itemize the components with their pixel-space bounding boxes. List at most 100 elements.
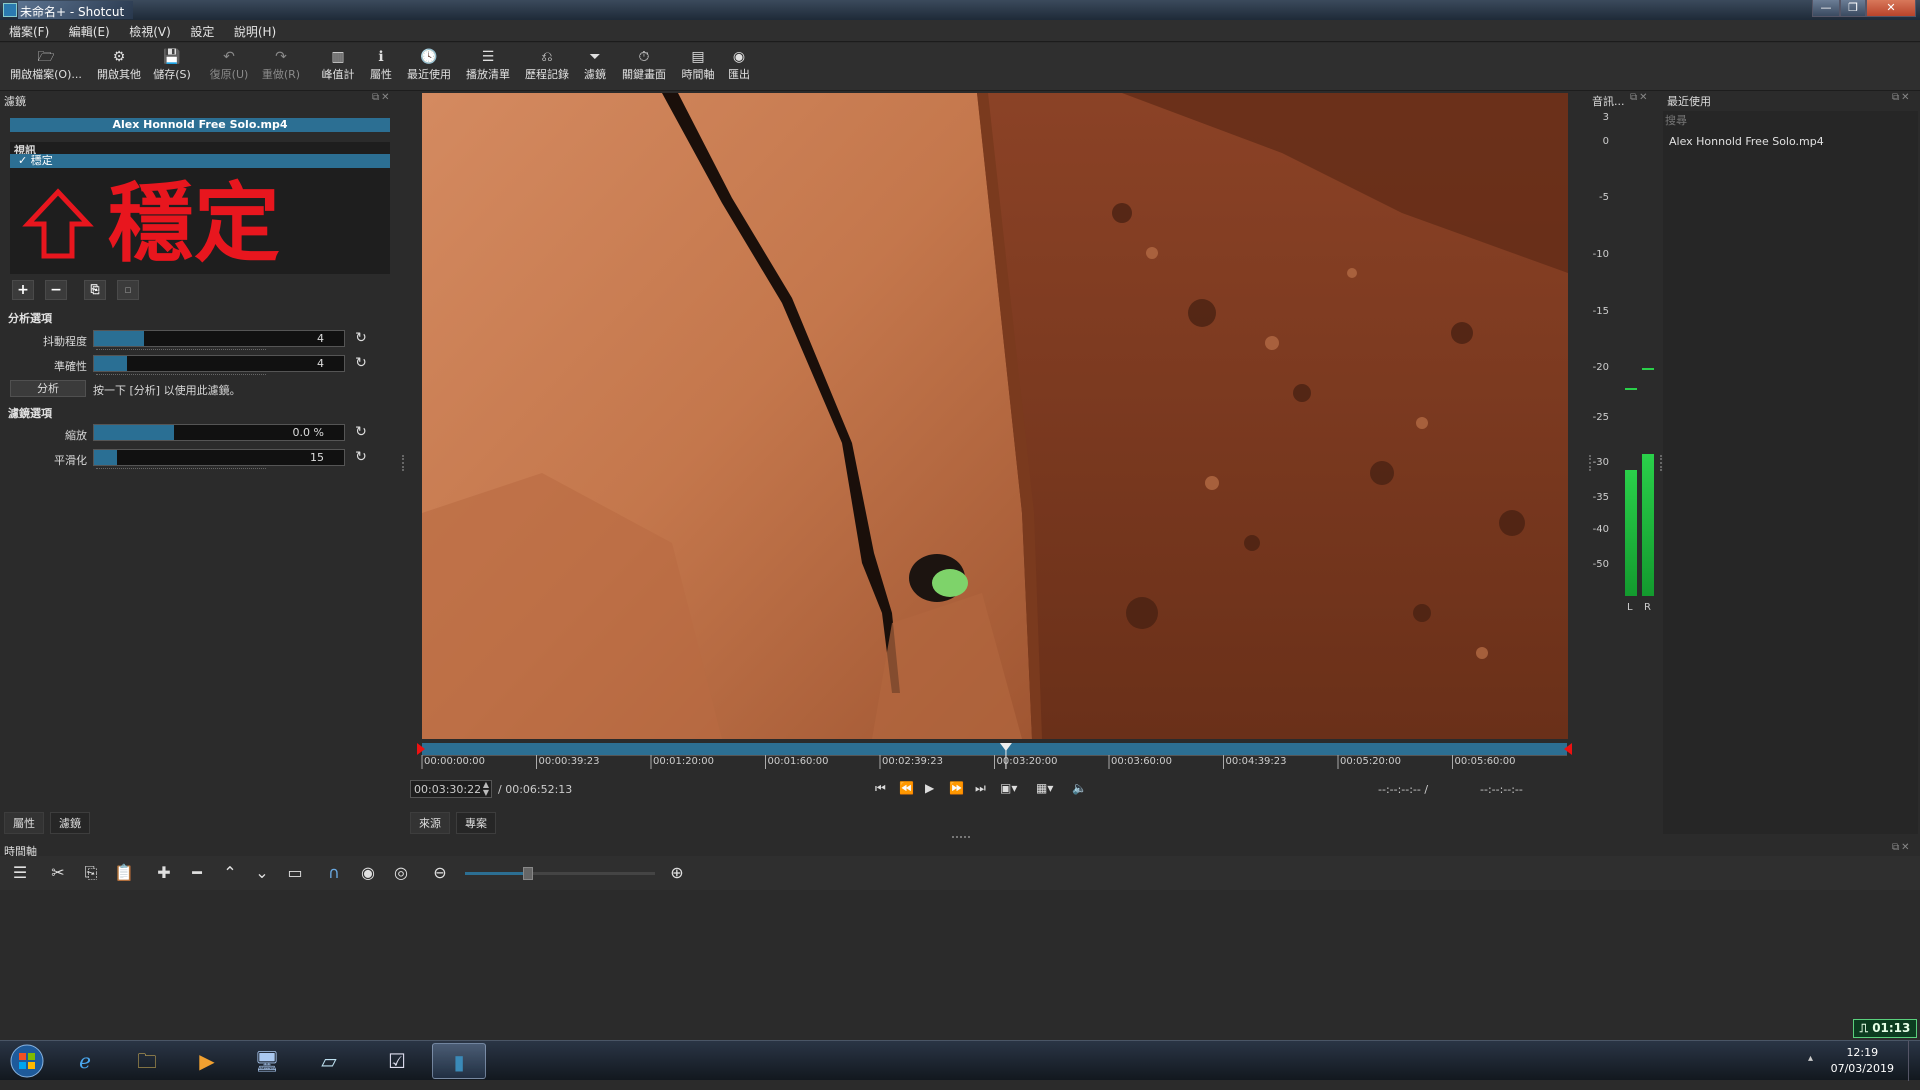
notes-icon[interactable]: ▱: [302, 1043, 356, 1079]
minimize-button[interactable]: —: [1812, 0, 1840, 17]
filters-button[interactable]: ⏷ 濾鏡: [580, 48, 610, 82]
menu-edit[interactable]: 編輯(E): [60, 20, 117, 40]
reset-icon[interactable]: ↻: [353, 330, 369, 346]
menu-view[interactable]: 檢視(V): [120, 20, 178, 40]
video-preview[interactable]: [422, 93, 1568, 739]
tray-expand-icon[interactable]: ▴: [1808, 1053, 1813, 1064]
splitter-handle[interactable]: [402, 455, 404, 471]
zoom-slider[interactable]: 0.0 %: [93, 424, 345, 441]
splitter-handle[interactable]: [1660, 455, 1662, 471]
menu-bar: 檔案(F) 編輯(E) 檢視(V) 設定 說明(H): [0, 20, 1920, 42]
smoothing-slider[interactable]: 15: [93, 449, 345, 469]
tab-filters[interactable]: 濾鏡: [50, 812, 90, 834]
reset-icon[interactable]: ↻: [353, 424, 369, 440]
file-explorer-icon[interactable]: 🗀: [120, 1043, 174, 1079]
recent-dock-buttons[interactable]: ⧉✕: [1892, 92, 1912, 103]
shotcut-icon[interactable]: ▮: [432, 1043, 486, 1079]
rewind-icon[interactable]: ⏪: [899, 781, 914, 795]
skip-to-start-icon[interactable]: ⏮: [875, 781, 886, 796]
check-icon[interactable]: ✓: [18, 154, 31, 167]
tab-properties[interactable]: 屬性: [4, 812, 44, 834]
volume-icon[interactable]: 🔈: [1072, 781, 1087, 795]
system-clock[interactable]: 12:19 07/03/2019: [1831, 1045, 1894, 1077]
splitter-handle[interactable]: [1589, 455, 1591, 471]
timeline-dock-buttons[interactable]: ⧉✕: [1892, 842, 1912, 853]
ripple-icon[interactable]: ◎: [389, 862, 413, 884]
grid-icon[interactable]: ▦▾: [1036, 781, 1053, 795]
playlist-button[interactable]: ☰ 播放清單: [462, 48, 514, 82]
zoom-in-icon[interactable]: ⊕: [665, 862, 689, 884]
redo-button[interactable]: ↷ 重做(R): [260, 48, 302, 82]
timeline-button[interactable]: ▤ 時間軸: [678, 48, 718, 82]
copy-icon[interactable]: ⎘: [79, 862, 103, 884]
param-label-accuracy: 準確性: [54, 360, 87, 373]
shakiness-slider[interactable]: 4: [93, 330, 345, 350]
clock-icon: 🕓: [420, 49, 438, 65]
fast-forward-icon[interactable]: ⏩: [949, 781, 964, 795]
remove-icon[interactable]: ━: [185, 862, 209, 884]
current-time-field[interactable]: 00:03:30:22 ▲ ▼: [410, 780, 492, 798]
audio-dock-buttons[interactable]: ⧉✕: [1630, 92, 1650, 103]
paste-icon[interactable]: 📋: [112, 862, 136, 884]
copy-filter-button[interactable]: ⎘: [84, 280, 106, 300]
filters-dock-buttons[interactable]: ⧉✕: [372, 92, 392, 103]
add-filter-button[interactable]: +: [12, 280, 34, 300]
append-icon[interactable]: ✚: [152, 862, 176, 884]
recent-item[interactable]: Alex Honnold Free Solo.mp4: [1669, 135, 1824, 148]
recent-search-input[interactable]: [1665, 112, 1913, 128]
spinner-icon[interactable]: ▲ ▼: [483, 781, 489, 797]
zoom-out-icon[interactable]: ⊖: [428, 862, 452, 884]
keyframes-button[interactable]: ⏱ 關鍵畫面: [618, 48, 670, 82]
open-file-button[interactable]: 🗁 開啟檔案(O)...: [8, 48, 84, 82]
peak-meter-button[interactable]: ▥ 峰值計: [318, 48, 358, 82]
maximize-button[interactable]: ❐: [1840, 0, 1866, 17]
undo-button[interactable]: ↶ 復原(U): [208, 48, 250, 82]
save-button[interactable]: 💾 儲存(S): [152, 48, 192, 82]
windows-start-icon[interactable]: [4, 1043, 50, 1079]
menu-file[interactable]: 檔案(F): [0, 20, 56, 40]
filter-item-stabilize[interactable]: ✓ 穩定: [10, 154, 390, 168]
tick-label: 00:01:60:00: [767, 756, 829, 767]
splitter-handle[interactable]: [952, 836, 970, 838]
reset-icon[interactable]: ↻: [353, 355, 369, 371]
timeline-zoom-slider[interactable]: [465, 867, 655, 880]
tab-project[interactable]: 專案: [456, 812, 496, 834]
reset-icon[interactable]: ↻: [353, 449, 369, 465]
analyze-button[interactable]: 分析: [10, 380, 86, 397]
menu-settings[interactable]: 設定: [181, 20, 221, 40]
window-title: 未命名+ - Shotcut: [20, 5, 125, 19]
timeline-menu-icon[interactable]: ☰: [8, 862, 32, 884]
meter-scale-label: -40: [1592, 524, 1609, 535]
lift-icon[interactable]: ⌃: [218, 862, 242, 884]
cut-icon[interactable]: ✂: [46, 862, 70, 884]
play-icon[interactable]: ▶: [925, 781, 934, 795]
tab-source[interactable]: 來源: [410, 812, 450, 834]
show-desktop-button[interactable]: [1908, 1041, 1920, 1081]
snap-magnet-icon[interactable]: ∩: [322, 862, 346, 884]
paste-filter-button[interactable]: ▫: [117, 280, 139, 300]
media-player-icon[interactable]: ▶: [180, 1043, 234, 1079]
recent-button[interactable]: 🕓 最近使用: [404, 48, 454, 82]
accuracy-slider[interactable]: 4: [93, 355, 345, 375]
menu-help[interactable]: 說明(H): [225, 20, 283, 40]
scrub-eye-icon[interactable]: ◉: [356, 862, 380, 884]
audio-meter: 3 0 -5 -10 -15 -20 -25 -30 -35 -40 -50 LR: [1585, 110, 1655, 620]
open-other-button[interactable]: ⚙ 開啟其他: [92, 48, 146, 82]
zoom-fit-icon[interactable]: ▣▾: [1000, 781, 1017, 795]
close-button[interactable]: ✕: [1866, 0, 1916, 17]
audio-meter-title: 音訊...: [1592, 95, 1625, 108]
overwrite-icon[interactable]: ⌄: [250, 862, 274, 884]
remote-desktop-icon[interactable]: 🖥: [240, 1043, 294, 1079]
internet-explorer-icon[interactable]: ℯ: [58, 1043, 112, 1079]
checklist-icon[interactable]: ☑: [370, 1043, 424, 1079]
skip-to-end-icon[interactable]: ⏭: [975, 781, 986, 796]
export-button[interactable]: ◉ 匯出: [724, 48, 754, 82]
meter-scale-label: 3: [1602, 112, 1609, 123]
player-scrubber[interactable]: 00:00:00:00 00:00:39:23 00:01:20:00 00:01:6…: [417, 741, 1572, 771]
history-button[interactable]: ⎌ 歷程記錄: [522, 48, 572, 82]
properties-button[interactable]: ℹ 屬性: [366, 48, 396, 82]
zoom-slider-handle[interactable]: [522, 867, 533, 880]
timeline-tracks[interactable]: [0, 890, 1920, 1040]
split-icon[interactable]: ▭: [283, 862, 307, 884]
remove-filter-button[interactable]: −: [45, 280, 67, 300]
